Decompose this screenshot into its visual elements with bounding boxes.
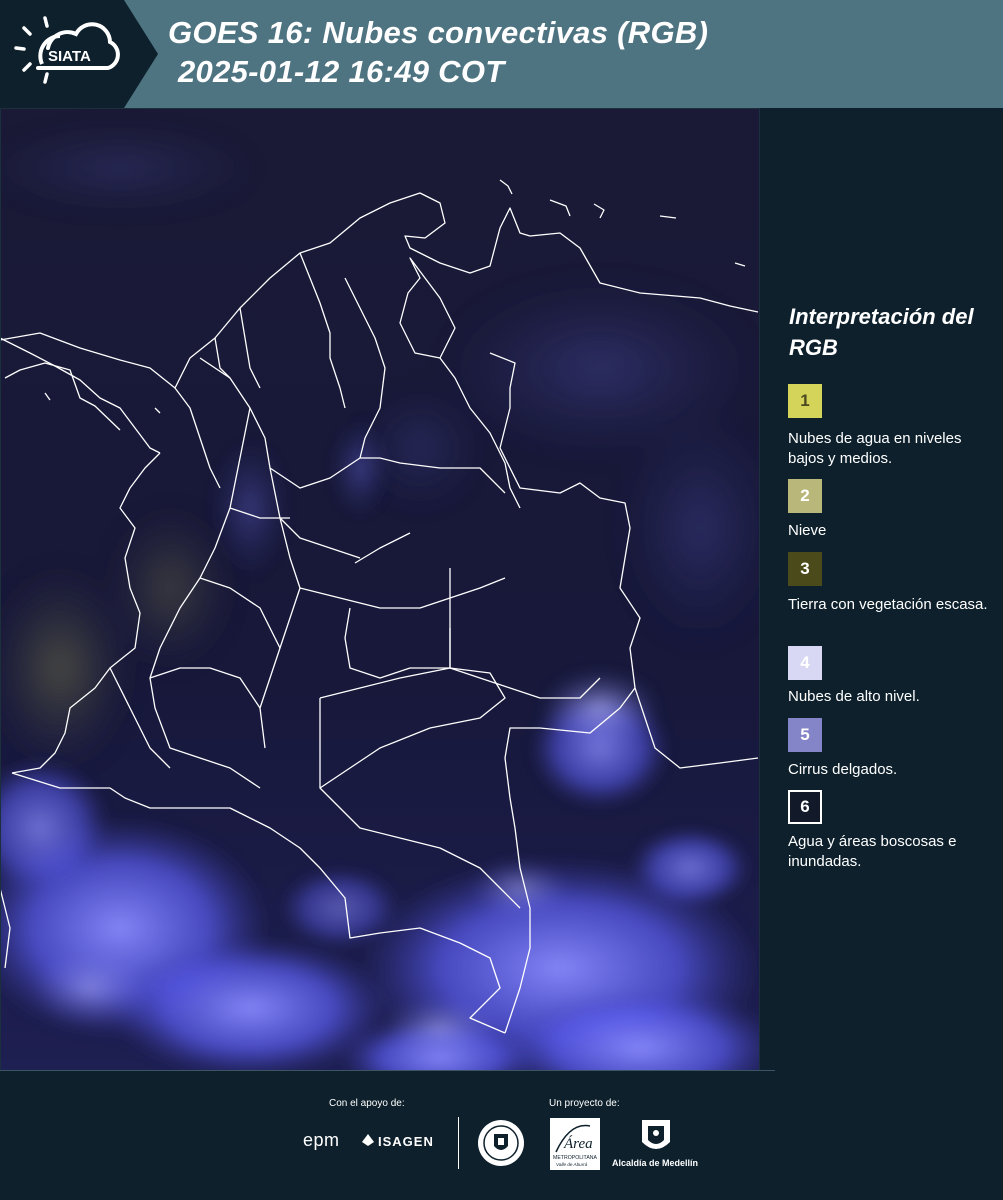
legend-panel: Interpretación del RGB 1 Nubes de agua e… — [760, 108, 1003, 1070]
support-label: Con el apoyo de: — [329, 1098, 405, 1109]
legend-title: Interpretación del RGB — [789, 304, 974, 360]
alcaldia-medellin-shield-icon — [642, 1120, 670, 1149]
legend-number-6: 6 — [800, 797, 810, 816]
area-logo-subtext2: Valle de Aburrá — [556, 1162, 588, 1167]
legend-number-5: 5 — [800, 725, 810, 744]
legend-label-4: Nubes de alto nivel. — [788, 688, 920, 705]
legend-swatch-2: 2 — [788, 479, 822, 513]
legend-label-3: Tierra con vegetación escasa. — [788, 596, 988, 613]
medellin-seal-icon — [478, 1120, 524, 1166]
satellite-rgb-map — [0, 108, 760, 1070]
page-title: GOES 16: Nubes convectivas (RGB) — [168, 15, 709, 50]
legend-label-6: Agua y áreas boscosas e inundadas. — [788, 833, 957, 870]
legend-label-5: Cirrus delgados. — [788, 761, 898, 778]
legend-number-3: 3 — [800, 559, 810, 578]
legend-swatch-3: 3 — [788, 552, 822, 586]
isagen-logo: ISAGEN — [378, 1134, 434, 1149]
legend-number-2: 2 — [800, 486, 810, 505]
siata-logo-icon: SIATA — [14, 16, 120, 84]
footer-divider-line — [0, 1070, 775, 1071]
legend-swatch-4: 4 — [788, 646, 822, 680]
isagen-mark-icon — [362, 1134, 374, 1146]
legend-number-1: 1 — [800, 391, 810, 410]
siata-brand-text: SIATA — [48, 48, 91, 65]
legend-swatch-6: 6 — [788, 790, 822, 824]
epm-logo: epm — [303, 1130, 340, 1150]
footer-vertical-divider — [458, 1117, 459, 1169]
legend-swatch-5: 5 — [788, 718, 822, 752]
area-logo-text: Área — [563, 1135, 593, 1152]
alcaldia-label: Alcaldía de Medellín — [612, 1158, 699, 1168]
legend-label-2: Nieve — [788, 522, 827, 539]
area-logo-subtext: METROPOLITANA — [553, 1155, 598, 1161]
legend-swatch-1: 1 — [788, 384, 822, 418]
area-metropolitana-logo-icon: Área METROPOLITANA Valle de Aburrá — [550, 1118, 600, 1170]
project-label: Un proyecto de: — [549, 1098, 620, 1109]
legend-label-1: Nubes de agua en niveles bajos y medios. — [788, 430, 962, 467]
legend-number-4: 4 — [800, 653, 810, 672]
footer: Con el apoyo de: Un proyecto de: epm ISA… — [0, 1070, 1003, 1200]
header: SIATA GOES 16: Nubes convectivas (RGB) 2… — [0, 0, 1003, 108]
page-timestamp: 2025-01-12 16:49 COT — [178, 54, 505, 89]
